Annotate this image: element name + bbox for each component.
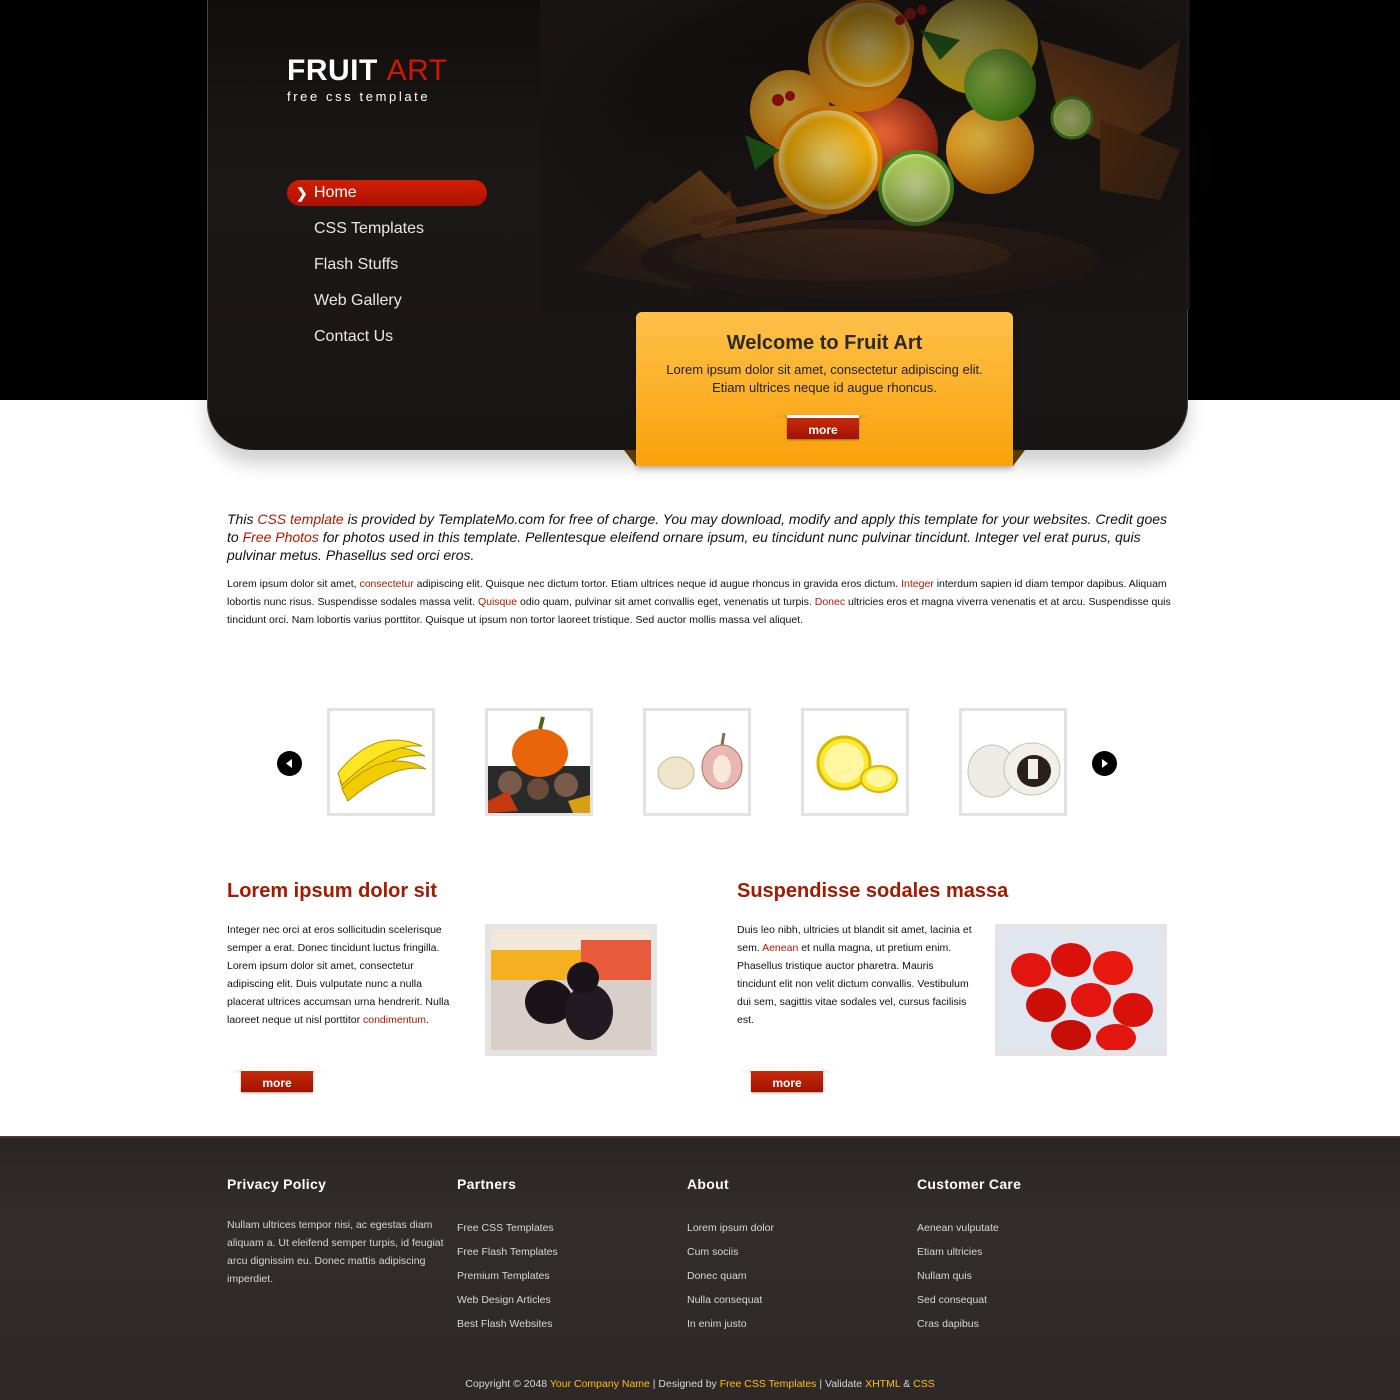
footer-privacy-text: Nullam ultrices tempor nisi, ac egestas …: [227, 1219, 444, 1285]
column-1-title: Lorem ipsum dolor sit: [227, 880, 438, 902]
donec-link[interactable]: Donec: [815, 596, 845, 608]
intro-body-text: adipiscing elit. Quisque nec dictum tort…: [413, 578, 902, 590]
copyright-text: | Validate: [816, 1378, 866, 1390]
condimentum-link[interactable]: condimentum: [363, 1014, 426, 1026]
css-template-link[interactable]: CSS template: [257, 511, 343, 527]
footer-link[interactable]: Best Flash Websites: [457, 1312, 677, 1336]
footer-heading: Privacy Policy: [227, 1176, 327, 1192]
footer-link[interactable]: Cras dapibus: [917, 1312, 1137, 1336]
welcome-box: Welcome to Fruit Art Lorem ipsum dolor s…: [636, 312, 1013, 466]
validate-xhtml-link[interactable]: XHTML: [865, 1378, 900, 1390]
banana-image: [337, 739, 427, 802]
footer-partners-section: Partners Free CSS Templates Free Flash T…: [457, 1176, 677, 1336]
column-2-more-button[interactable]: more: [751, 1068, 823, 1092]
caret-left-icon: [286, 759, 292, 768]
gallery-thumb-garlic[interactable]: [643, 708, 751, 816]
column-2-body-end: et nulla magna, ut pretium enim. Phasell…: [737, 942, 969, 1026]
main-navigation: ❯ Home CSS Templates Flash Stuffs Web Ga…: [287, 180, 487, 360]
intro-body-text: Lorem ipsum dolor sit amet,: [227, 578, 360, 590]
footer-heading: About: [687, 1176, 729, 1192]
footer-heading: Partners: [457, 1176, 517, 1192]
gallery-thumb-mushroom[interactable]: [959, 708, 1067, 816]
gallery-prev-button[interactable]: [277, 751, 302, 776]
intro-lead-text: for photos used in this template. Pellen…: [227, 529, 1141, 563]
nav-item-label: CSS Templates: [314, 220, 424, 237]
nav-item-home[interactable]: ❯ Home: [287, 180, 487, 206]
welcome-more-button[interactable]: more: [787, 415, 859, 439]
gallery-thumb-lemon[interactable]: [801, 708, 909, 816]
blackberry-image: [491, 930, 651, 1050]
footer-link[interactable]: Sed consequat: [917, 1288, 1137, 1312]
footer-link[interactable]: Nullam quis: [917, 1264, 1137, 1288]
gallery-next-button[interactable]: [1092, 751, 1117, 776]
aenean-link[interactable]: Aenean: [762, 942, 798, 954]
footer-link[interactable]: Donec quam: [687, 1264, 907, 1288]
welcome-fold-left: [624, 450, 636, 466]
intro-lead-text: This: [227, 511, 258, 527]
column-2-image-frame: [995, 924, 1167, 1056]
nav-item-label: Flash Stuffs: [314, 256, 399, 273]
welcome-title: Welcome to Fruit Art: [726, 332, 923, 354]
footer-link[interactable]: Cum sociis: [687, 1240, 907, 1264]
nav-item-contact-us[interactable]: Contact Us: [287, 324, 487, 350]
integer-link[interactable]: Integer: [901, 578, 934, 590]
footer-link[interactable]: Etiam ultricies: [917, 1240, 1137, 1264]
caret-right-icon: [1102, 759, 1108, 768]
copyright-text: &: [900, 1378, 914, 1390]
quisque-link[interactable]: Quisque: [478, 596, 517, 608]
gallery-thumb-banana[interactable]: [327, 708, 435, 816]
column-1-text: Integer nec orci at eros sollicitudin sc…: [227, 921, 462, 1029]
nav-item-web-gallery[interactable]: Web Gallery: [287, 288, 487, 314]
copyright-bar: Copyright © 2048 Your Company Name | Des…: [0, 1378, 1400, 1390]
intro-body-paragraph: Lorem ipsum dolor sit amet, consectetur …: [227, 575, 1172, 629]
column-2-text: Duis leo nibh, ultricies ut blandit sit …: [737, 921, 972, 1029]
footer-link[interactable]: Web Design Articles: [457, 1288, 677, 1312]
column-1-body-end: .: [426, 1014, 429, 1026]
footer-link[interactable]: Free Flash Templates: [457, 1240, 677, 1264]
copyright-text: | Designed by: [649, 1378, 720, 1390]
column-1-more-button[interactable]: more: [241, 1068, 313, 1092]
garlic-image: [657, 732, 743, 790]
consectetur-link[interactable]: consectetur: [359, 578, 413, 590]
free-photos-link[interactable]: Free Photos: [243, 529, 319, 545]
nav-item-label: Web Gallery: [314, 292, 402, 309]
footer-about-section: About Lorem ipsum dolor Cum sociis Donec…: [687, 1176, 907, 1336]
intro-lead-paragraph: This CSS template is provided by Templat…: [227, 510, 1172, 564]
footer-link[interactable]: Premium Templates: [457, 1264, 677, 1288]
footer-link[interactable]: Lorem ipsum dolor: [687, 1216, 907, 1240]
logo-main-text: FRUIT: [287, 54, 378, 87]
gallery-thumb-pumpkin[interactable]: [485, 708, 593, 816]
pumpkin-image: [488, 716, 590, 813]
designer-link[interactable]: Free CSS Templates: [720, 1378, 817, 1390]
column-1-body: Integer nec orci at eros sollicitudin sc…: [227, 924, 450, 1026]
footer-heading: Customer Care: [917, 1176, 1022, 1192]
footer-link[interactable]: Free CSS Templates: [457, 1216, 677, 1240]
site-logo[interactable]: FRUIT ART: [287, 54, 448, 88]
column-1-image-frame: [485, 924, 657, 1056]
column-2-title: Suspendisse sodales massa: [737, 880, 1009, 902]
footer-link[interactable]: In enim justo: [687, 1312, 907, 1336]
footer-customer-care-section: Customer Care Aenean vulputate Etiam ult…: [917, 1176, 1137, 1336]
lemon-image: [816, 735, 898, 793]
company-name-link[interactable]: Your Company Name: [550, 1378, 650, 1390]
footer-link[interactable]: Nulla consequat: [687, 1288, 907, 1312]
nav-item-flash-stuffs[interactable]: Flash Stuffs: [287, 252, 487, 278]
chevron-right-icon: ❯: [296, 185, 308, 201]
copyright-text: Copyright © 2048: [465, 1378, 550, 1390]
nav-item-css-templates[interactable]: CSS Templates: [287, 216, 487, 242]
tomato-image: [1001, 930, 1161, 1050]
footer-privacy-section: Privacy Policy Nullam ultrices tempor ni…: [227, 1176, 447, 1288]
welcome-text: Lorem ipsum dolor sit amet, consectetur …: [666, 362, 983, 395]
validate-css-link[interactable]: CSS: [913, 1378, 935, 1390]
welcome-fold-right: [1013, 450, 1025, 466]
intro-body-text: odio quam, pulvinar sit amet convallis e…: [517, 596, 815, 608]
site-tagline: free css template: [287, 89, 431, 104]
mushroom-image: [967, 742, 1061, 798]
nav-item-label: Contact Us: [314, 328, 394, 345]
nav-item-label: Home: [314, 184, 357, 201]
logo-accent-text: ART: [386, 54, 448, 87]
footer-link[interactable]: Aenean vulputate: [917, 1216, 1137, 1240]
fruit-hero-image: [540, 0, 1190, 310]
